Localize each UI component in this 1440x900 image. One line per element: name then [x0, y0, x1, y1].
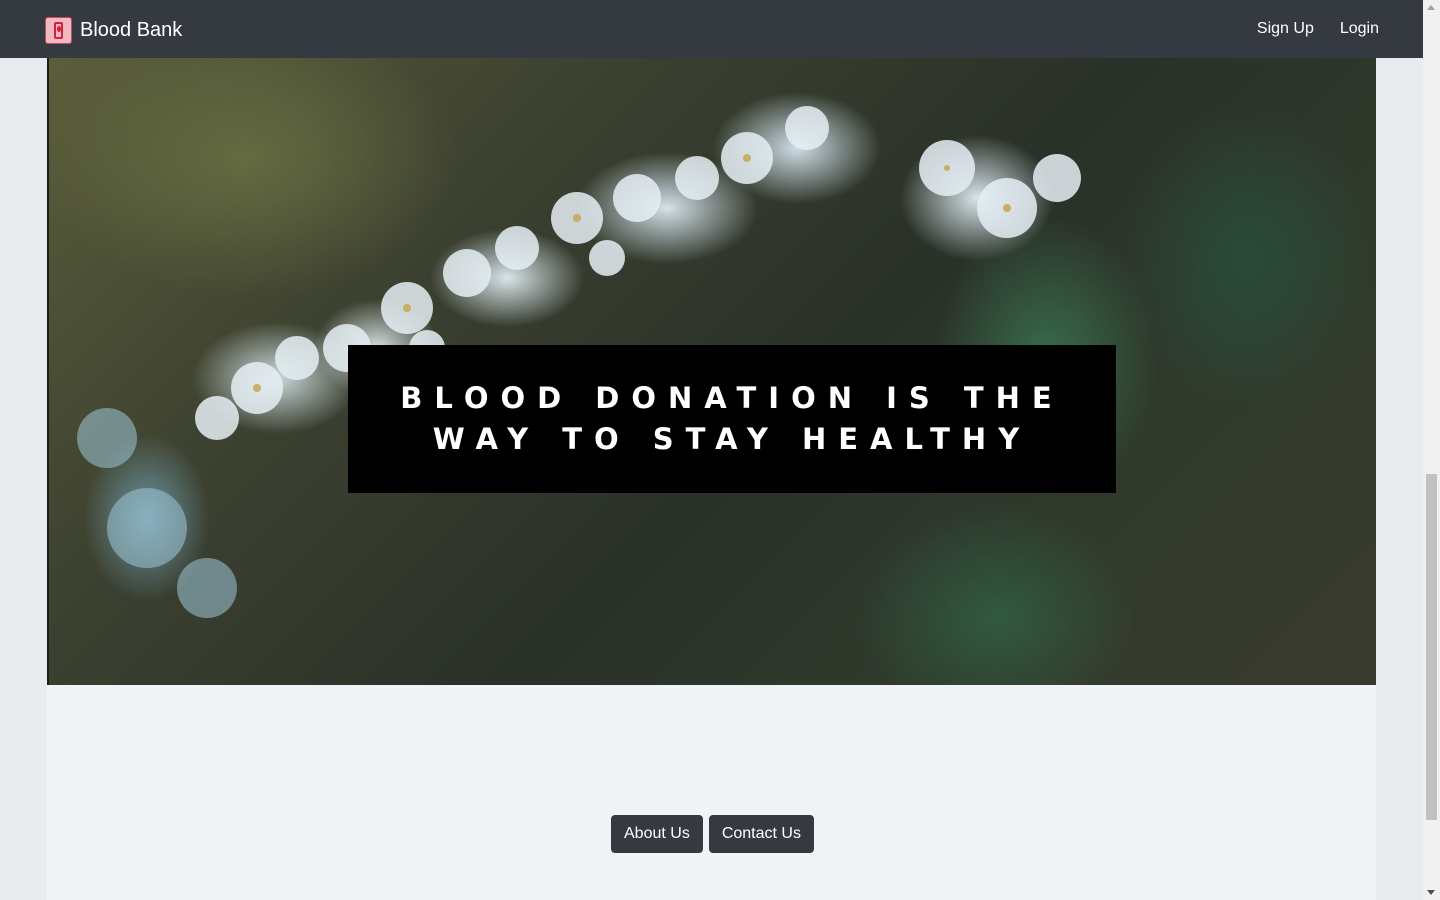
about-us-button[interactable]: About Us — [611, 815, 703, 853]
hero-quote: Blood donation is the way to stay health… — [400, 381, 1064, 456]
content-area: About Us Contact Us — [47, 685, 1376, 900]
scroll-down-icon[interactable] — [1427, 890, 1435, 895]
login-link[interactable]: Login — [1340, 17, 1379, 41]
signup-link[interactable]: Sign Up — [1257, 17, 1314, 41]
blood-bag-icon — [45, 16, 72, 44]
scroll-thumb[interactable] — [1426, 474, 1437, 820]
brand-link[interactable]: Blood Bank — [45, 15, 182, 45]
top-navbar: Blood Bank Sign Up Login — [0, 0, 1423, 58]
footer-buttons: About Us Contact Us — [611, 815, 814, 853]
hero-edge — [47, 58, 49, 685]
scroll-up-icon[interactable] — [1427, 5, 1435, 10]
brand-name: Blood Bank — [80, 19, 183, 41]
contact-us-button[interactable]: Contact Us — [708, 815, 814, 853]
nav-links: Sign Up Login — [1257, 17, 1379, 41]
vertical-scrollbar[interactable] — [1423, 0, 1440, 900]
hero-banner: Blood donation is the way to stay health… — [47, 58, 1376, 685]
quote-box: Blood donation is the way to stay health… — [348, 345, 1116, 493]
